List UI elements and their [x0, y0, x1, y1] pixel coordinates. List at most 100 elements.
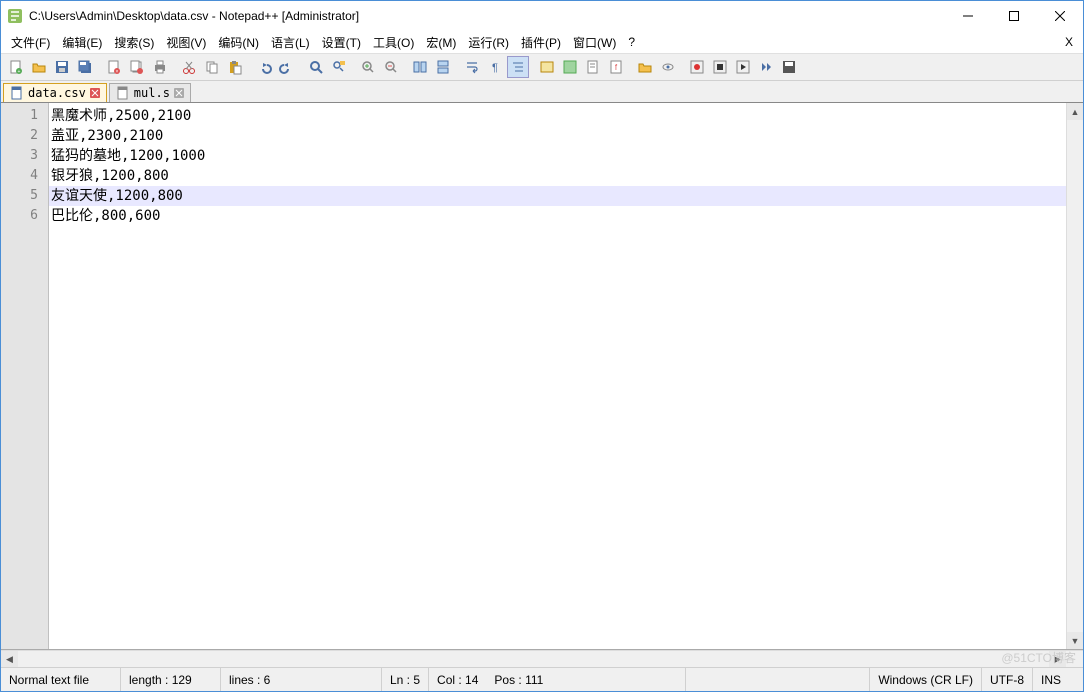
doc-list-icon[interactable] — [582, 56, 604, 78]
watermark: @51CTO博客 — [1001, 649, 1076, 666]
save-icon[interactable] — [51, 56, 73, 78]
menu-close-button[interactable]: X — [1059, 33, 1079, 51]
app-window: C:\Users\Admin\Desktop\data.csv - Notepa… — [0, 0, 1084, 692]
menu-plugins[interactable]: 插件(P) — [515, 32, 567, 53]
status-col: Col : 14 — [429, 668, 486, 691]
tab-label: mul.s — [134, 86, 170, 100]
menu-search[interactable]: 搜索(S) — [108, 32, 160, 53]
line-number[interactable]: 1 — [1, 106, 48, 126]
save-macro-icon[interactable] — [778, 56, 800, 78]
minimize-button[interactable] — [945, 1, 991, 31]
replace-icon[interactable] — [328, 56, 350, 78]
show-chars-icon[interactable]: ¶ — [484, 56, 506, 78]
tab-close-icon[interactable] — [174, 88, 184, 98]
tab-data-csv[interactable]: data.csv — [3, 83, 107, 102]
horizontal-scrollbar[interactable]: ◀ ▶ — [1, 650, 1083, 667]
editor-line[interactable]: 银牙狼,1200,800 — [49, 166, 1066, 186]
scroll-track[interactable] — [1067, 120, 1083, 632]
editor-line[interactable]: 黑魔术师,2500,2100 — [49, 106, 1066, 126]
file-icon — [10, 86, 24, 100]
status-mode[interactable]: INS — [1033, 668, 1083, 691]
status-filetype: Normal text file — [1, 668, 121, 691]
scroll-up-icon[interactable]: ▲ — [1067, 103, 1083, 120]
editor-line[interactable]: 友谊天使,1200,800 — [49, 186, 1066, 206]
userlang-icon[interactable] — [536, 56, 558, 78]
record-macro-icon[interactable] — [686, 56, 708, 78]
menu-tools[interactable]: 工具(O) — [367, 32, 420, 53]
line-number[interactable]: 6 — [1, 206, 48, 226]
status-ln: Ln : 5 — [381, 668, 429, 691]
status-length: length : 129 — [121, 668, 221, 691]
menu-help[interactable]: ? — [622, 33, 641, 51]
folder-icon[interactable] — [634, 56, 656, 78]
menu-file[interactable]: 文件(F) — [5, 32, 56, 53]
menu-settings[interactable]: 设置(T) — [316, 32, 367, 53]
play-multi-icon[interactable] — [755, 56, 777, 78]
redo-icon[interactable] — [276, 56, 298, 78]
window-title: C:\Users\Admin\Desktop\data.csv - Notepa… — [29, 9, 945, 23]
tab-label: data.csv — [28, 86, 86, 100]
word-wrap-icon[interactable] — [461, 56, 483, 78]
line-number[interactable]: 3 — [1, 146, 48, 166]
indent-guide-icon[interactable] — [507, 56, 529, 78]
zoom-out-icon[interactable] — [380, 56, 402, 78]
file-icon — [116, 86, 130, 100]
status-eol[interactable]: Windows (CR LF) — [869, 668, 982, 691]
menu-window[interactable]: 窗口(W) — [567, 32, 622, 53]
app-icon — [7, 8, 23, 24]
close-all-icon[interactable] — [126, 56, 148, 78]
line-number-gutter[interactable]: 123456 — [1, 103, 49, 649]
tab-close-icon[interactable] — [90, 88, 100, 98]
open-file-icon[interactable] — [28, 56, 50, 78]
copy-icon[interactable] — [201, 56, 223, 78]
statusbar: Normal text file length : 129 lines : 6 … — [1, 667, 1083, 691]
svg-text:¶: ¶ — [492, 62, 498, 74]
close-button[interactable] — [1037, 1, 1083, 31]
new-file-icon[interactable]: + — [5, 56, 27, 78]
scroll-down-icon[interactable]: ▼ — [1067, 632, 1083, 649]
save-all-icon[interactable] — [74, 56, 96, 78]
sync-hscroll-icon[interactable] — [432, 56, 454, 78]
doc-map-icon[interactable] — [559, 56, 581, 78]
maximize-button[interactable] — [991, 1, 1037, 31]
text-editor[interactable]: 黑魔术师,2500,2100盖亚,2300,2100猛犸的墓地,1200,100… — [49, 103, 1066, 649]
print-icon[interactable] — [149, 56, 171, 78]
menu-language[interactable]: 语言(L) — [265, 32, 316, 53]
menu-macro[interactable]: 宏(M) — [420, 32, 462, 53]
tab-bar: data.csv mul.s — [1, 81, 1083, 103]
play-macro-icon[interactable] — [732, 56, 754, 78]
editor-line[interactable]: 盖亚,2300,2100 — [49, 126, 1066, 146]
editor-line[interactable]: 猛犸的墓地,1200,1000 — [49, 146, 1066, 166]
titlebar[interactable]: C:\Users\Admin\Desktop\data.csv - Notepa… — [1, 1, 1083, 31]
menu-view[interactable]: 视图(V) — [160, 32, 212, 53]
status-pos: Pos : 111 — [486, 668, 686, 691]
monitor-icon[interactable] — [657, 56, 679, 78]
vertical-scrollbar[interactable]: ▲ ▼ — [1066, 103, 1083, 649]
window-controls — [945, 1, 1083, 31]
sync-vscroll-icon[interactable] — [409, 56, 431, 78]
menubar: 文件(F) 编辑(E) 搜索(S) 视图(V) 编码(N) 语言(L) 设置(T… — [1, 31, 1083, 53]
zoom-in-icon[interactable] — [357, 56, 379, 78]
undo-icon[interactable] — [253, 56, 275, 78]
menu-edit[interactable]: 编辑(E) — [56, 32, 108, 53]
toolbar: + × ¶ f — [1, 53, 1083, 81]
find-icon[interactable] — [305, 56, 327, 78]
line-number[interactable]: 4 — [1, 166, 48, 186]
editor-line[interactable]: 巴比伦,800,600 — [49, 206, 1066, 226]
scroll-track[interactable] — [18, 651, 1049, 667]
scroll-left-icon[interactable]: ◀ — [1, 651, 18, 667]
stop-macro-icon[interactable] — [709, 56, 731, 78]
menu-run[interactable]: 运行(R) — [462, 32, 515, 53]
line-number[interactable]: 5 — [1, 186, 48, 206]
tab-mul-s[interactable]: mul.s — [109, 83, 191, 102]
line-number[interactable]: 2 — [1, 126, 48, 146]
svg-text:×: × — [116, 69, 119, 75]
status-encoding[interactable]: UTF-8 — [982, 668, 1033, 691]
svg-text:+: + — [18, 69, 21, 75]
paste-icon[interactable] — [224, 56, 246, 78]
editor-area: 123456 黑魔术师,2500,2100盖亚,2300,2100猛犸的墓地,1… — [1, 103, 1083, 650]
cut-icon[interactable] — [178, 56, 200, 78]
menu-encoding[interactable]: 编码(N) — [212, 32, 265, 53]
func-list-icon[interactable]: f — [605, 56, 627, 78]
close-file-icon[interactable]: × — [103, 56, 125, 78]
